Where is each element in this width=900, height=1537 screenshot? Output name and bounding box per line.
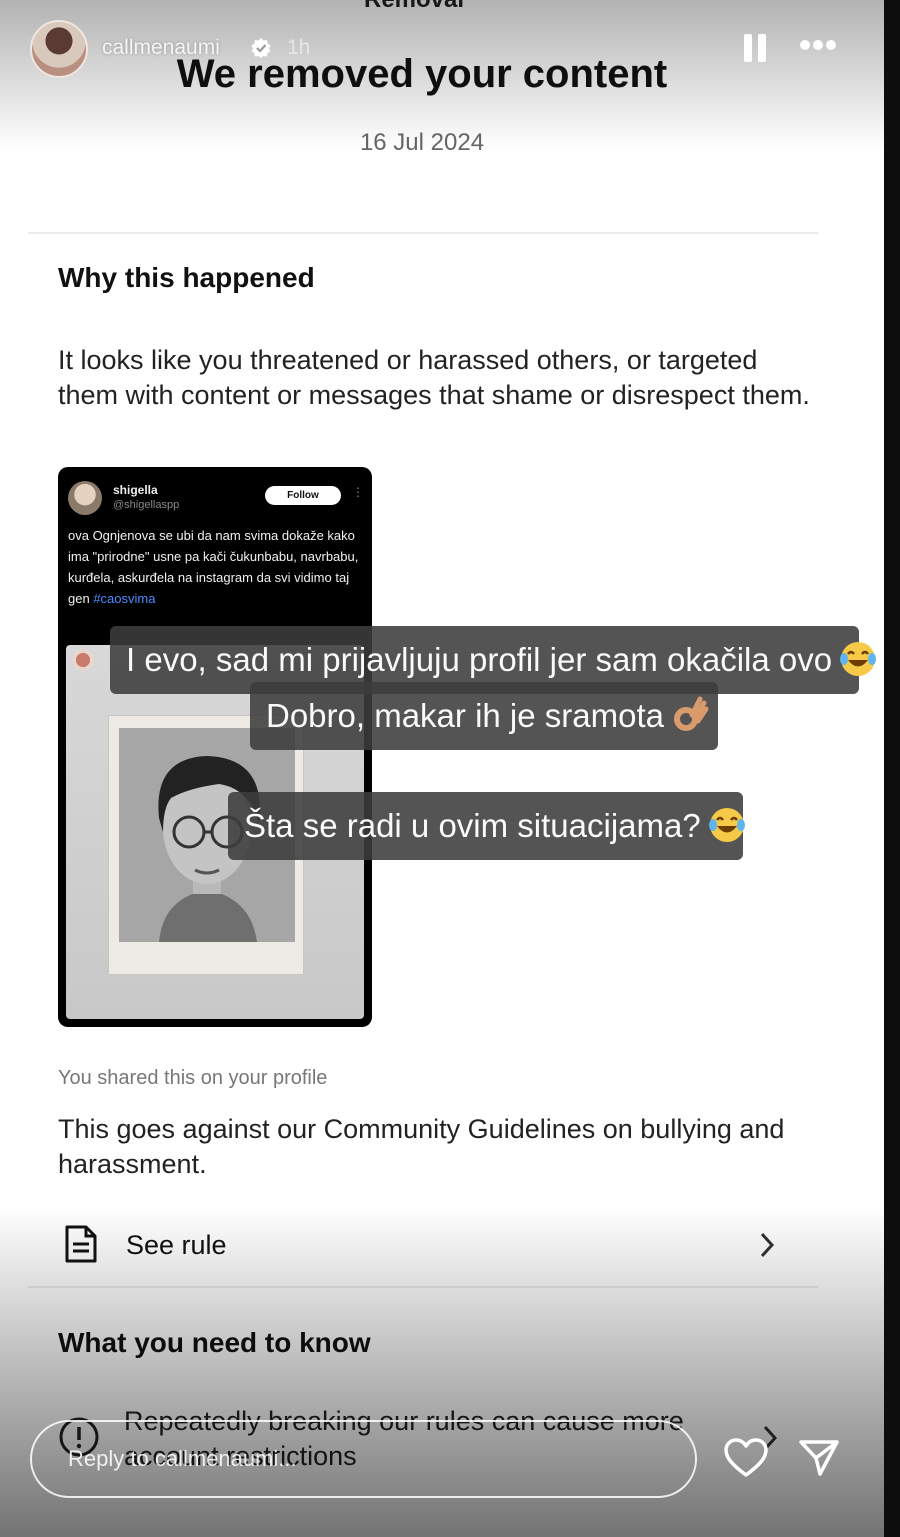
laughing-tears-emoji-icon xyxy=(840,642,877,677)
story-text-sticker: Šta se radi u ovim situacijama? xyxy=(228,792,745,860)
heart-icon[interactable] xyxy=(723,1437,769,1479)
follow-button: Follow xyxy=(265,486,341,505)
laughing-tears-emoji-icon xyxy=(708,808,745,843)
why-heading: Why this happened xyxy=(58,262,315,293)
verified-badge-icon xyxy=(251,38,271,58)
post-username: shigella xyxy=(113,483,158,497)
ok-hand-emoji-icon xyxy=(673,696,709,732)
guideline-text: This goes against our Community Guidelin… xyxy=(58,1114,785,1179)
know-heading: What you need to know xyxy=(58,1327,371,1358)
send-icon[interactable] xyxy=(798,1438,840,1478)
removal-date: 16 Jul 2024 xyxy=(359,129,485,156)
pause-icon[interactable] xyxy=(744,34,766,62)
more-icon[interactable] xyxy=(798,40,838,54)
post-more-icon: ⋮ xyxy=(352,485,364,499)
story-viewer: Removal We removed your content 16 Jul 2… xyxy=(0,0,884,1537)
sticker-text: Dobro, makar ih je sramota xyxy=(266,697,664,734)
see-rule-label: See rule xyxy=(126,1230,227,1260)
sticker-text: Šta se radi u ovim situacijama? xyxy=(244,807,701,844)
why-text: It looks like you threatened or harassed… xyxy=(58,345,810,410)
screen-title: Removal xyxy=(364,0,464,14)
post-text: ova Ognjenova se ubi da nam svima dokaže… xyxy=(68,525,363,609)
divider xyxy=(28,1286,818,1288)
story-text-sticker: Dobro, makar ih je sramota xyxy=(250,682,718,750)
story-username[interactable]: callmenaumi xyxy=(102,36,220,60)
photo-avatar xyxy=(72,649,94,671)
post-hashtag: #caosvima xyxy=(93,591,156,606)
story-avatar[interactable] xyxy=(30,20,88,78)
screen-edge xyxy=(884,0,900,1537)
see-rule-row[interactable]: See rule xyxy=(58,1218,788,1274)
post-handle: @shigellaspp xyxy=(113,499,180,511)
chevron-right-icon xyxy=(760,1232,775,1258)
sticker-text: I evo, sad mi prijavljuju profil jer sam… xyxy=(126,641,833,678)
document-icon xyxy=(65,1225,97,1263)
post-avatar xyxy=(68,481,102,515)
divider xyxy=(28,232,818,234)
shared-note: You shared this on your profile xyxy=(58,1067,328,1089)
story-time: 1h xyxy=(287,36,311,59)
reply-input[interactable] xyxy=(30,1420,697,1498)
